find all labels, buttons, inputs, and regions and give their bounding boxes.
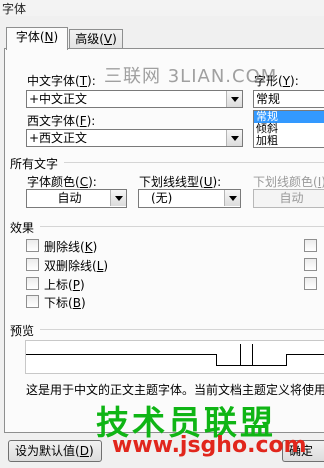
chinese-font-combo[interactable]: +中文正文 bbox=[26, 90, 243, 108]
preview-baseline bbox=[286, 354, 324, 355]
subscript-label: 下标 bbox=[44, 296, 69, 310]
tab-advanced-label: 高级 bbox=[75, 32, 100, 46]
section-divider bbox=[40, 329, 324, 330]
effect-checkbox-right[interactable] bbox=[304, 239, 317, 252]
font-style-option[interactable]: 加粗 bbox=[254, 135, 324, 147]
section-divider bbox=[64, 162, 324, 163]
tab-font-label: 字体 bbox=[15, 30, 40, 44]
dialog-titlebar: 字体 bbox=[0, 0, 324, 16]
chevron-down-icon[interactable] bbox=[110, 190, 126, 206]
preview-text-mark bbox=[252, 344, 253, 366]
preview-baseline bbox=[286, 354, 287, 366]
font-color-value: 自动 bbox=[57, 191, 82, 205]
tab-font[interactable]: 字体(N) bbox=[6, 27, 68, 50]
strikethrough-checkbox[interactable] bbox=[26, 239, 39, 252]
tab-font-key: N bbox=[44, 30, 54, 44]
tab-advanced-key: V bbox=[103, 32, 113, 46]
western-font-combo[interactable]: +西文正文 bbox=[26, 129, 243, 147]
preview-heading: 预览 bbox=[10, 324, 35, 338]
font-style-list[interactable]: 常规 倾斜 加粗 bbox=[253, 110, 324, 148]
underline-style-combo[interactable]: (无) bbox=[138, 189, 241, 208]
chevron-down-icon[interactable] bbox=[224, 190, 240, 206]
underline-style-label: 下划线线型(U): bbox=[139, 175, 222, 189]
western-font-label: 西文字体(F): bbox=[27, 114, 96, 128]
subscript-checkbox[interactable] bbox=[26, 295, 39, 308]
tab-advanced[interactable]: 高级(V) bbox=[69, 29, 123, 50]
font-color-label: 字体颜色(C): bbox=[27, 175, 97, 189]
all-text-heading: 所有文字 bbox=[10, 157, 59, 171]
section-divider bbox=[40, 226, 324, 227]
preview-box bbox=[25, 340, 324, 374]
site-watermark: 三联网 3LIAN.COM bbox=[104, 66, 278, 87]
set-default-button[interactable]: 设为默认值(D) bbox=[8, 440, 102, 462]
preview-text-mark bbox=[240, 344, 241, 366]
dialog-title: 字体 bbox=[2, 2, 27, 16]
effect-checkbox-right[interactable] bbox=[304, 277, 317, 290]
font-style-input[interactable]: 常规 bbox=[253, 90, 324, 108]
effects-heading: 效果 bbox=[10, 221, 35, 235]
western-font-value: +西文正文 bbox=[29, 131, 88, 145]
underline-color-label: 下划线颜色(I): bbox=[253, 175, 324, 189]
effect-checkbox-right[interactable] bbox=[304, 258, 317, 271]
superscript-label: 上标 bbox=[44, 278, 69, 292]
chevron-down-icon[interactable] bbox=[226, 91, 242, 107]
double-strikethrough-label: 双删除线 bbox=[44, 259, 93, 273]
underline-color-combo: 自动 bbox=[253, 189, 324, 208]
url-watermark: www.jsgho.com bbox=[112, 433, 307, 458]
superscript-checkbox[interactable] bbox=[26, 277, 39, 290]
double-strikethrough-checkbox[interactable] bbox=[26, 258, 39, 271]
font-color-combo[interactable]: 自动 bbox=[26, 189, 127, 208]
chevron-down-icon[interactable] bbox=[226, 130, 242, 146]
strikethrough-label: 删除线 bbox=[44, 240, 81, 254]
preview-baseline bbox=[216, 365, 286, 366]
underline-style-value: (无) bbox=[151, 191, 173, 205]
chinese-font-label: 中文字体(T): bbox=[27, 74, 96, 88]
chinese-font-value: +中文正文 bbox=[29, 92, 88, 106]
preview-baseline bbox=[26, 354, 216, 355]
underline-color-value: 自动 bbox=[279, 191, 304, 205]
font-style-value: 常规 bbox=[256, 92, 281, 106]
